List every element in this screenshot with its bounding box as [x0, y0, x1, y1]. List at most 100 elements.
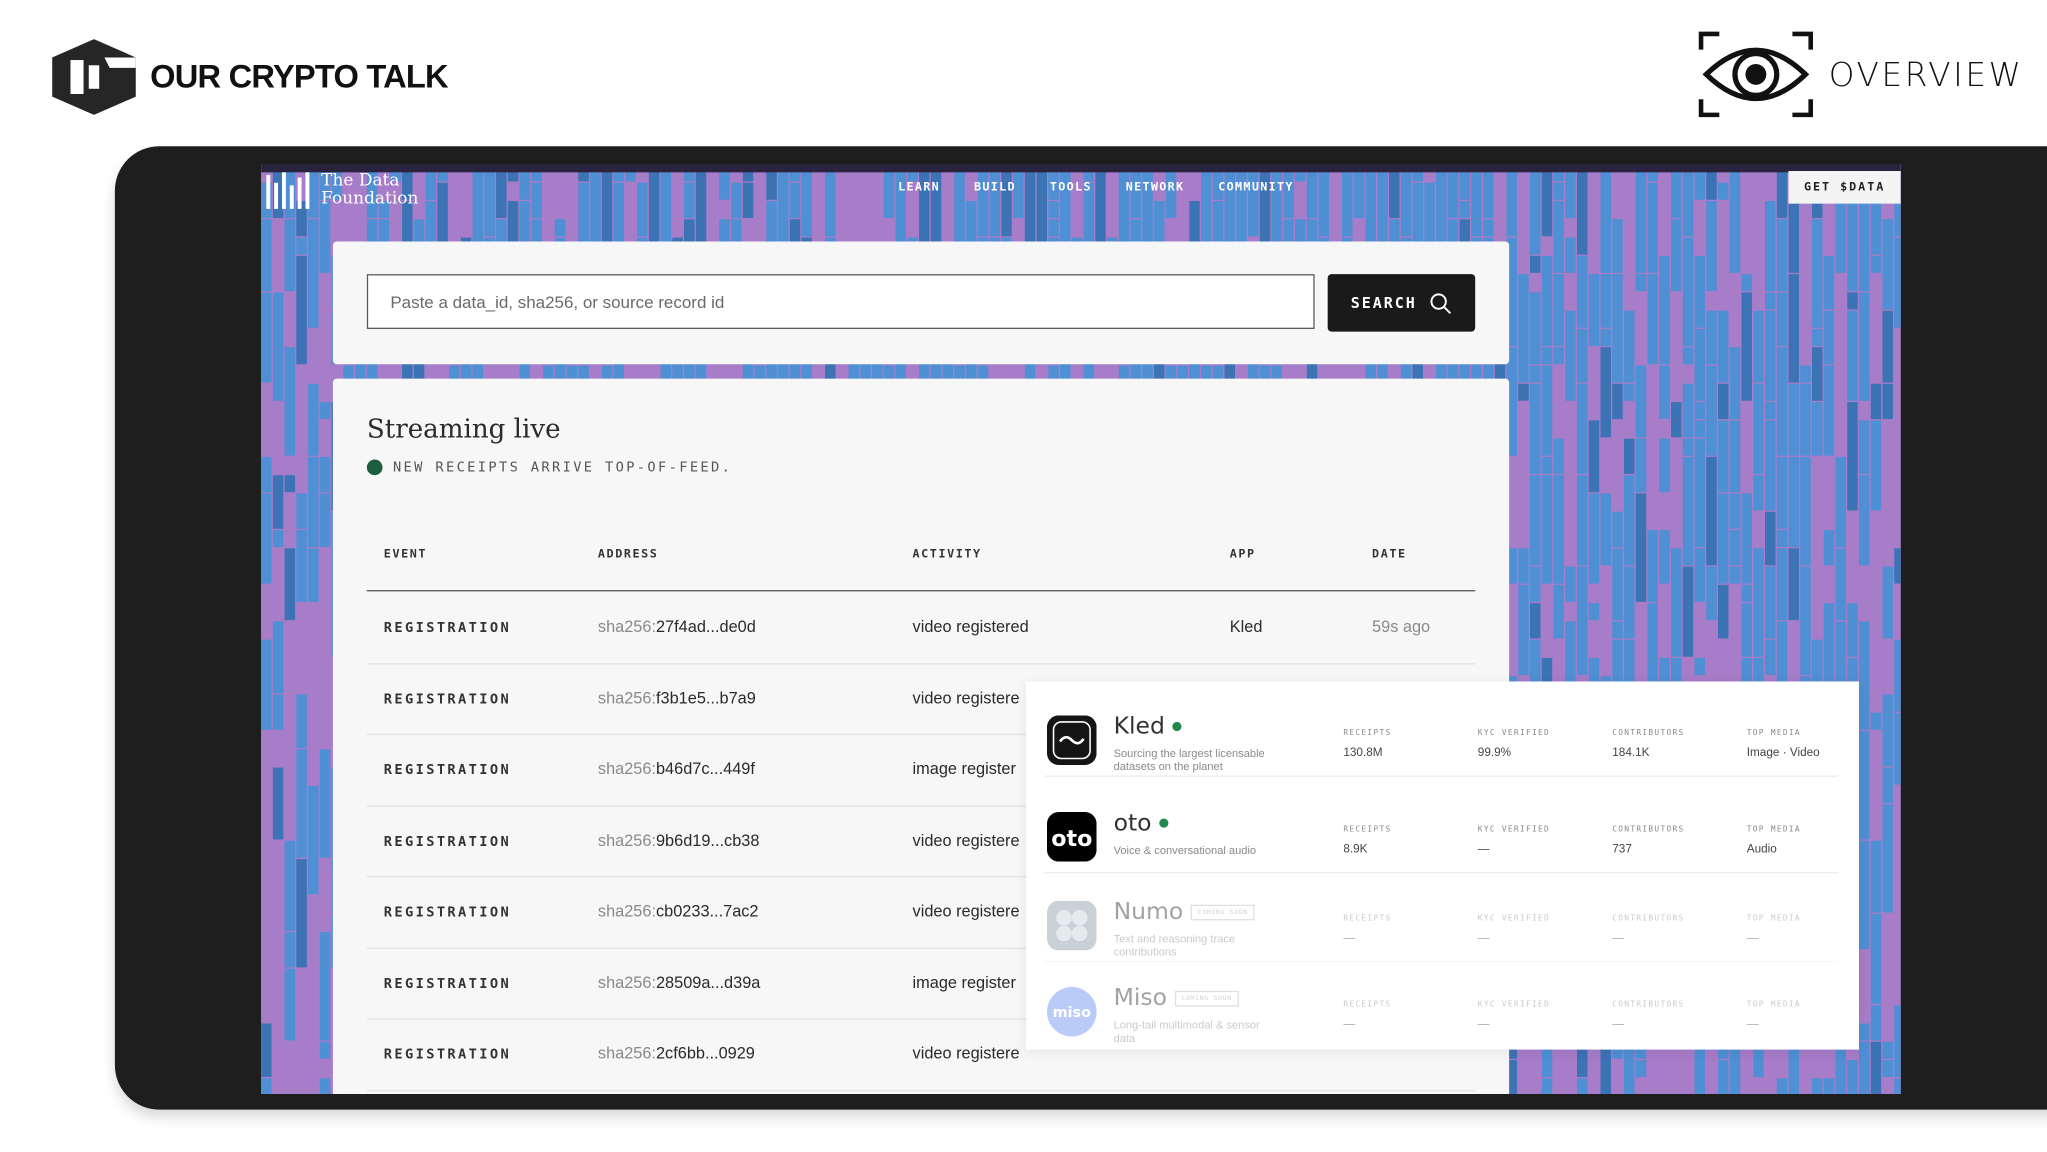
- search-button-label: SEARCH: [1350, 293, 1417, 313]
- app-description: Sourcing the largest licensable datasets…: [1113, 746, 1265, 773]
- site-logo-line1: The Data: [321, 171, 400, 191]
- address-prefix: sha256:: [597, 1044, 656, 1063]
- app-name: Kled: [1114, 713, 1182, 740]
- metric-label: TOP MEDIA: [1746, 999, 1801, 1010]
- app-row-numo[interactable]: Numo COMING SOON Text and reasoning trace …: [1044, 875, 1839, 963]
- row-address[interactable]: sha256:f3b1e5...b7a9: [598, 689, 756, 707]
- metric-value: —: [1343, 1016, 1356, 1031]
- app-metric: KYC VERIFIED 99.9%: [1478, 728, 1550, 758]
- metric-label: RECEIPTS: [1343, 913, 1392, 923]
- search-button[interactable]: SEARCH: [1327, 274, 1476, 332]
- row-address[interactable]: sha256:27f4ad...de0d: [598, 617, 756, 635]
- row-date: 59s ago: [1372, 617, 1431, 636]
- address-prefix: sha256:: [597, 759, 656, 779]
- metric-value: Audio: [1746, 842, 1777, 856]
- app-metric: TOP MEDIA Image · Video: [1747, 728, 1820, 758]
- col-activity[interactable]: ACTIVITY: [913, 548, 982, 561]
- nav-learn[interactable]: LEARN: [898, 181, 940, 194]
- metric-label: RECEIPTS: [1343, 728, 1392, 738]
- app-name: oto: [1114, 809, 1169, 837]
- row-activity: image register: [912, 759, 1016, 779]
- metric-label: TOP MEDIA: [1746, 825, 1801, 835]
- row-event: REGISTRATION: [383, 833, 512, 850]
- col-address[interactable]: ADDRESS: [598, 548, 659, 561]
- get-data-button[interactable]: GET $DATA: [1788, 171, 1901, 204]
- app-metric: RECEIPTS —: [1343, 1000, 1391, 1030]
- app-metric: CONTRIBUTORS —: [1612, 1000, 1684, 1030]
- data-foundation-logo-icon: [266, 172, 310, 209]
- metric-label: KYC VERIFIED: [1477, 825, 1551, 835]
- app-name-text: Numo: [1113, 898, 1184, 926]
- live-indicator: NEW RECEIPTS ARRIVE TOP-OF-FEED.: [366, 459, 733, 476]
- app-row-oto[interactable]: oto oto Voice & conversational audio RECEIP…: [1044, 786, 1839, 874]
- col-date[interactable]: DATE: [1372, 548, 1407, 561]
- row-activity: video registere: [912, 688, 1020, 707]
- row-event: REGISTRATION: [383, 975, 512, 992]
- address-hash: 27f4ad...de0d: [655, 617, 756, 636]
- address-hash: 2cf6bb...0929: [655, 1044, 755, 1063]
- row-activity: video registere: [912, 830, 1020, 850]
- eye-icon: [1698, 31, 1813, 118]
- channel-brand: OUR CRYPTO TALK: [50, 39, 449, 115]
- app-metric: RECEIPTS 8.9K: [1343, 825, 1391, 855]
- row-activity: video registered: [912, 617, 1029, 636]
- col-app[interactable]: APP: [1230, 548, 1256, 561]
- app-metric: TOP MEDIA —: [1747, 914, 1801, 944]
- row-app: Kled: [1229, 617, 1263, 636]
- table-row[interactable]: REGISTRATION sha256:27f4ad...de0d video re…: [366, 593, 1476, 664]
- nav-network[interactable]: NETWORK: [1126, 181, 1185, 194]
- metric-label: CONTRIBUTORS: [1612, 825, 1685, 835]
- app-metric: CONTRIBUTORS 184.1K: [1612, 728, 1684, 758]
- row-activity: video registere: [912, 902, 1020, 921]
- address-prefix: sha256:: [597, 617, 656, 636]
- app-metric: KYC VERIFIED —: [1478, 825, 1550, 855]
- stream-title: Streaming live: [366, 412, 561, 444]
- row-address[interactable]: sha256:2cf6bb...0929: [598, 1044, 755, 1062]
- metric-label: CONTRIBUTORS: [1612, 999, 1685, 1010]
- stream-subtitle: NEW RECEIPTS ARRIVE TOP-OF-FEED.: [392, 459, 733, 476]
- overview-label: OVERVIEW: [1698, 31, 2023, 118]
- metric-value: —: [1612, 930, 1625, 944]
- nav-community[interactable]: COMMUNITY: [1218, 181, 1293, 194]
- site-logo[interactable]: The Data Foundation: [264, 170, 418, 212]
- search-input[interactable]: [366, 274, 1315, 329]
- metric-value: —: [1477, 842, 1490, 856]
- live-status-dot-icon: [1172, 721, 1182, 732]
- address-prefix: sha256:: [597, 830, 656, 850]
- metric-value: 130.8M: [1343, 745, 1383, 759]
- site-nav: LEARN BUILD TOOLS NETWORK COMMUNITY: [898, 181, 1294, 194]
- row-event: REGISTRATION: [383, 1046, 512, 1063]
- app-metric: CONTRIBUTORS —: [1612, 914, 1684, 944]
- row-address[interactable]: sha256:28509a...d39a: [598, 973, 760, 991]
- metric-label: TOP MEDIA: [1746, 913, 1801, 923]
- svg-text:oto: oto: [1051, 826, 1092, 852]
- nav-tools[interactable]: TOOLS: [1050, 181, 1092, 194]
- metric-value: 737: [1612, 842, 1632, 856]
- row-address[interactable]: sha256:9b6d19...cb38: [598, 831, 760, 849]
- app-description: Text and reasoning trace contributions: [1113, 932, 1236, 959]
- nav-build[interactable]: BUILD: [974, 181, 1016, 194]
- metric-label: KYC VERIFIED: [1477, 999, 1551, 1010]
- live-dot-icon: [366, 459, 383, 476]
- address-hash: b46d7c...449f: [655, 759, 755, 779]
- live-status-dot-icon: [1159, 818, 1169, 828]
- app-row-miso[interactable]: miso Miso COMING SOON Long-tail multimodal …: [1044, 961, 1838, 1047]
- app-row-kled[interactable]: Kled Sourcing the largest licensable data…: [1044, 689, 1839, 777]
- col-event[interactable]: EVENT: [384, 548, 427, 561]
- address-prefix: sha256:: [597, 902, 656, 921]
- row-event: REGISTRATION: [383, 620, 512, 636]
- metric-value: —: [1477, 1016, 1490, 1031]
- metric-label: TOP MEDIA: [1746, 728, 1801, 738]
- row-event: REGISTRATION: [383, 762, 512, 779]
- channel-name: OUR CRYPTO TALK: [150, 58, 448, 95]
- metric-label: KYC VERIFIED: [1477, 913, 1551, 923]
- app-name-text: Miso: [1113, 984, 1167, 1012]
- row-address[interactable]: sha256:cb0233...7ac2: [598, 902, 759, 920]
- app-name: Numo COMING SOON: [1113, 898, 1255, 926]
- metric-value: —: [1746, 1016, 1759, 1031]
- app-metric: KYC VERIFIED —: [1478, 1000, 1550, 1030]
- row-address[interactable]: sha256:b46d7c...449f: [598, 760, 755, 778]
- metric-value: 99.9%: [1477, 745, 1512, 759]
- search-icon: [1430, 292, 1452, 314]
- metric-label: RECEIPTS: [1343, 825, 1392, 835]
